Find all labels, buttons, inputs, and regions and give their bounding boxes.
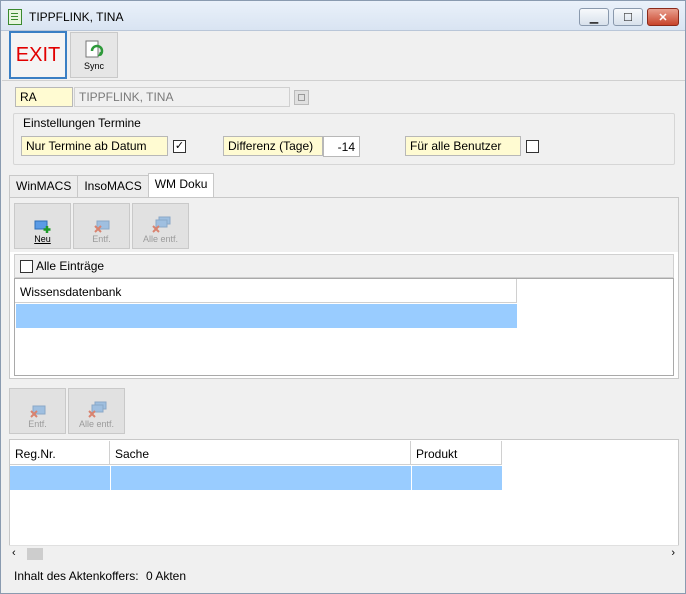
- differenz-input[interactable]: -14: [323, 136, 360, 157]
- alle-eintraege-checkbox[interactable]: [20, 260, 33, 273]
- code-field[interactable]: RA: [15, 87, 73, 107]
- akten-grid: Reg.Nr. Sache Produkt: [9, 439, 679, 561]
- alle-entf-label: Alle entf.: [142, 234, 179, 244]
- tab-winmacs[interactable]: WinMACS: [9, 175, 79, 197]
- horizontal-scrollbar[interactable]: ‹ ›: [9, 545, 679, 561]
- add-entry-icon: [34, 220, 50, 233]
- scroll-left-icon[interactable]: ‹: [12, 547, 16, 559]
- checkmark-icon: ✓: [174, 140, 185, 152]
- entf-button[interactable]: Entf.: [73, 203, 130, 249]
- column-header-sache[interactable]: Sache: [110, 441, 411, 465]
- wm-doku-panel: Neu Entf. Alle entf. Alle Einträge Wisse…: [9, 197, 679, 379]
- lower-alle-entf-label: Alle entf.: [78, 419, 115, 429]
- alle-eintraege-label: Alle Einträge: [36, 259, 105, 273]
- lower-entf-button[interactable]: Entf.: [9, 388, 66, 434]
- maximize-button[interactable]: ☐: [613, 8, 643, 26]
- status-value: 0 Akten: [146, 569, 187, 583]
- lower-entf-label: Entf.: [28, 419, 47, 429]
- table-row[interactable]: [10, 466, 502, 490]
- settings-group-label: Einstellungen Termine: [21, 116, 143, 130]
- nur-termine-checkbox[interactable]: ✓: [173, 140, 186, 153]
- sync-label: Sync: [83, 61, 104, 71]
- fuer-alle-checkbox[interactable]: [526, 140, 539, 153]
- remove-all-icon: [87, 401, 106, 418]
- scroll-right-icon[interactable]: ›: [671, 547, 675, 559]
- maximize-icon: ☐: [623, 11, 633, 24]
- minimize-icon: ▁: [589, 11, 599, 24]
- fuer-alle-label: Für alle Benutzer: [405, 136, 521, 156]
- column-header-wissensdatenbank[interactable]: Wissensdatenbank: [15, 279, 517, 303]
- column-header-regnr[interactable]: Reg.Nr.: [10, 441, 110, 465]
- alle-eintraege-row: Alle Einträge: [14, 254, 674, 278]
- status-label: Inhalt des Aktenkoffers:: [14, 569, 139, 583]
- lookup-icon: [298, 94, 305, 101]
- scroll-thumb[interactable]: [27, 548, 43, 560]
- neu-button[interactable]: Neu: [14, 203, 71, 249]
- tab-strip: WinMACS InsoMACS WM Doku: [9, 173, 215, 197]
- wissens-grid: Wissensdatenbank: [14, 278, 674, 376]
- sync-button[interactable]: Sync: [70, 32, 118, 78]
- remove-all-icon: [151, 216, 170, 233]
- close-icon: ✕: [658, 11, 668, 24]
- main-toolbar: EXIT Sync: [2, 31, 685, 81]
- differenz-label: Differenz (Tage): [223, 136, 323, 156]
- document-icon: [8, 9, 22, 25]
- exit-button[interactable]: EXIT: [9, 31, 67, 79]
- lookup-button[interactable]: [294, 90, 309, 105]
- nur-termine-label: Nur Termine ab Datum: [21, 136, 168, 156]
- neu-label: Neu: [34, 234, 51, 244]
- status-bar: Inhalt des Aktenkoffers: 0 Akten: [2, 566, 685, 592]
- tab-insomacs[interactable]: InsoMACS: [77, 175, 149, 197]
- minimize-button[interactable]: ▁: [579, 8, 609, 26]
- alle-entf-button[interactable]: Alle entf.: [132, 203, 189, 249]
- title-bar: TIPPFLINK, TINA ▁ ☐ ✕: [1, 1, 685, 31]
- remove-entry-icon: [93, 220, 109, 233]
- lower-alle-entf-button[interactable]: Alle entf.: [68, 388, 125, 434]
- name-field: TIPPFLINK, TINA: [74, 87, 290, 107]
- close-button[interactable]: ✕: [647, 8, 679, 26]
- tab-wm-doku[interactable]: WM Doku: [147, 173, 215, 197]
- table-row[interactable]: [16, 304, 517, 328]
- sync-icon: [85, 40, 104, 58]
- remove-entry-icon: [29, 405, 45, 418]
- column-header-produkt[interactable]: Produkt: [411, 441, 502, 465]
- main-window: TIPPFLINK, TINA ▁ ☐ ✕ EXIT Sync RA TIPPF…: [0, 0, 686, 594]
- entf-label: Entf.: [92, 234, 111, 244]
- window-title: TIPPFLINK, TINA: [29, 10, 124, 24]
